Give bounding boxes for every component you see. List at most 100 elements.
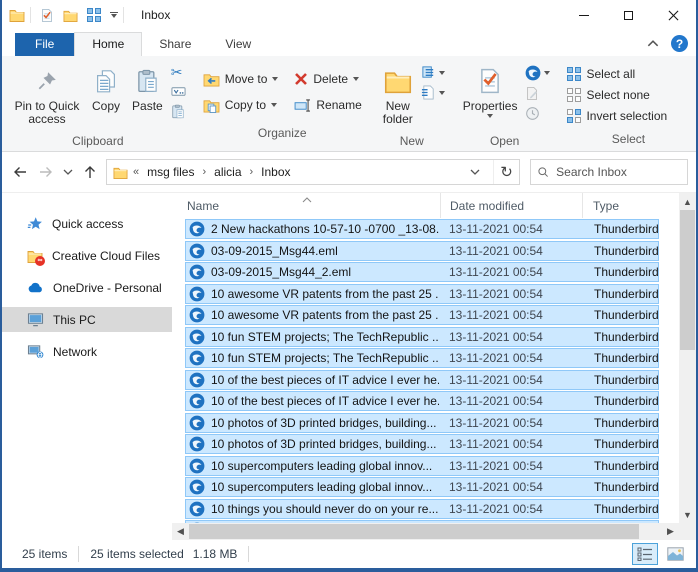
breadcrumb-overflow[interactable]: « <box>133 166 139 178</box>
file-row[interactable]: 10 photos of 3D printed bridges, buildin… <box>185 413 659 433</box>
file-row[interactable]: 10 awesome VR patents from the past 25 .… <box>185 305 659 325</box>
chevron-down-icon <box>272 77 278 81</box>
select-none-button[interactable]: Select none <box>564 86 692 104</box>
move-to-button[interactable]: Move to <box>200 70 282 89</box>
breadcrumb-item[interactable]: msg files <box>147 165 194 179</box>
easy-access-button[interactable] <box>421 65 445 80</box>
new-folder-button[interactable]: New folder <box>377 60 419 128</box>
file-row[interactable]: 10 supercomputers leading global innov..… <box>185 456 659 476</box>
scroll-down-icon[interactable]: ▼ <box>679 506 696 523</box>
column-header-type[interactable]: Type <box>582 193 679 218</box>
qat-customize-button[interactable] <box>110 12 118 18</box>
file-type: Thunderbird D <box>582 502 658 516</box>
delete-button[interactable]: Delete <box>291 70 364 88</box>
thunderbird-icon <box>189 264 205 280</box>
breadcrumb-item[interactable]: alicia <box>214 165 241 179</box>
tab-file[interactable]: File <box>15 33 74 56</box>
thunderbird-icon <box>189 221 205 237</box>
sidebar-item-network[interactable]: Network <box>2 339 172 364</box>
minimize-icon <box>579 15 589 16</box>
copy-to-button[interactable]: Copy to <box>200 96 282 115</box>
close-button[interactable] <box>651 0 696 30</box>
sidebar-item-onedrive[interactable]: OneDrive - Personal <box>2 275 172 300</box>
new-item-button[interactable] <box>421 85 445 100</box>
file-date-modified: 13-11-2021 00:54 <box>439 222 582 236</box>
file-name: 10 supercomputers leading global innov..… <box>211 480 439 494</box>
qat-new-folder-button[interactable] <box>63 7 78 22</box>
select-all-button[interactable]: Select all <box>564 65 692 83</box>
refresh-button[interactable]: ↻ <box>493 160 519 184</box>
file-type: Thunderbird D <box>582 265 658 279</box>
scroll-right-icon[interactable]: ▶ <box>662 523 679 540</box>
qat-select-all-button[interactable] <box>87 8 101 22</box>
minimize-button[interactable] <box>561 0 606 30</box>
file-row[interactable]: 10 of the best pieces of IT advice I eve… <box>185 370 659 390</box>
file-row[interactable]: 10 of the best pieces of IT advice I eve… <box>185 391 659 411</box>
tab-view[interactable]: View <box>208 33 268 56</box>
column-header-date-modified[interactable]: Date modified <box>440 193 582 218</box>
address-dropdown-button[interactable] <box>462 160 488 184</box>
pin-to-quick-access-button[interactable]: Pin to Quick access <box>8 60 86 128</box>
invert-selection-button[interactable]: Invert selection <box>564 107 692 125</box>
horizontal-scrollbar[interactable]: ◀ ▶ <box>172 523 679 540</box>
sidebar-item-creative-cloud[interactable]: ∞ Creative Cloud Files <box>2 243 172 268</box>
search-box[interactable] <box>530 159 688 185</box>
thunderbird-icon <box>189 436 205 452</box>
sidebar-item-quick-access[interactable]: Quick access <box>2 211 172 236</box>
tab-home[interactable]: Home <box>74 32 142 56</box>
breadcrumb-item[interactable]: Inbox <box>261 165 290 179</box>
paste-button[interactable]: Paste <box>126 60 169 115</box>
file-type: Thunderbird D <box>582 437 658 451</box>
file-row[interactable]: 2 New hackathons 10-57-10 -0700 _13-08..… <box>185 219 659 239</box>
check-icon <box>481 70 499 88</box>
maximize-button[interactable] <box>606 0 651 30</box>
horizontal-scroll-thumb[interactable] <box>189 524 639 539</box>
scroll-left-icon[interactable]: ◀ <box>172 523 189 540</box>
large-icons-view-button[interactable] <box>662 543 688 565</box>
file-list-area: Name Date modified Type 2 New hackathons… <box>172 193 696 540</box>
file-row[interactable]: 10 fun STEM projects; The TechRepublic .… <box>185 327 659 347</box>
chevron-down-icon <box>353 77 359 81</box>
column-headers: Name Date modified Type <box>172 193 679 219</box>
details-view-button[interactable] <box>632 543 658 565</box>
vertical-scroll-thumb[interactable] <box>680 210 695 350</box>
edit-icon[interactable] <box>525 86 539 101</box>
file-row[interactable]: 10 fun STEM projects; The TechRepublic .… <box>185 348 659 368</box>
search-input[interactable] <box>556 165 681 179</box>
tab-share[interactable]: Share <box>142 33 208 56</box>
file-row[interactable]: 10 awesome VR patents from the past 25 .… <box>185 284 659 304</box>
back-button[interactable] <box>8 160 32 184</box>
history-icon[interactable] <box>525 106 540 121</box>
properties-button[interactable]: Properties <box>457 60 524 120</box>
new-item-icon <box>421 85 436 100</box>
help-button[interactable]: ? <box>671 35 688 52</box>
file-row[interactable]: 03-09-2015_Msg44_2.eml 13-11-2021 00:54 … <box>185 262 659 282</box>
collapse-ribbon-icon[interactable] <box>647 40 659 47</box>
scroll-up-icon[interactable]: ▲ <box>679 193 696 210</box>
up-button[interactable] <box>78 160 102 184</box>
paste-shortcut-icon[interactable] <box>171 104 185 119</box>
pin-icon <box>36 70 58 92</box>
selection-count: 25 items selected <box>90 547 183 561</box>
forward-button[interactable] <box>34 160 58 184</box>
sidebar-item-this-pc[interactable]: This PC <box>2 307 172 332</box>
vertical-scrollbar[interactable]: ▲ ▼ <box>679 193 696 523</box>
group-label-organize: Organize <box>198 124 367 143</box>
new-folder-icon <box>383 67 413 95</box>
recent-locations-button[interactable] <box>60 160 76 184</box>
ribbon-tabs: File Home Share View ? <box>2 30 696 56</box>
file-row[interactable]: 03-09-2015_Msg44.eml 13-11-2021 00:54 Th… <box>185 241 659 261</box>
file-row[interactable]: 10 photos of 3D printed bridges, buildin… <box>185 434 659 454</box>
column-header-name[interactable]: Name <box>172 199 440 213</box>
copy-path-icon[interactable] <box>171 84 186 99</box>
cut-icon[interactable]: ✂ <box>171 65 186 79</box>
qat-properties-button[interactable] <box>40 7 54 22</box>
select-all-icon <box>567 67 581 81</box>
open-button[interactable] <box>525 65 550 81</box>
file-row[interactable]: 10 supercomputers leading global innov..… <box>185 477 659 497</box>
this-pc-icon <box>27 312 44 327</box>
file-row[interactable]: 10 things you should never do on your re… <box>185 499 659 519</box>
address-bar[interactable]: « msg files › alicia › Inbox ↻ <box>106 159 520 185</box>
copy-button[interactable]: Copy <box>86 60 126 115</box>
rename-button[interactable]: Rename <box>291 96 364 114</box>
